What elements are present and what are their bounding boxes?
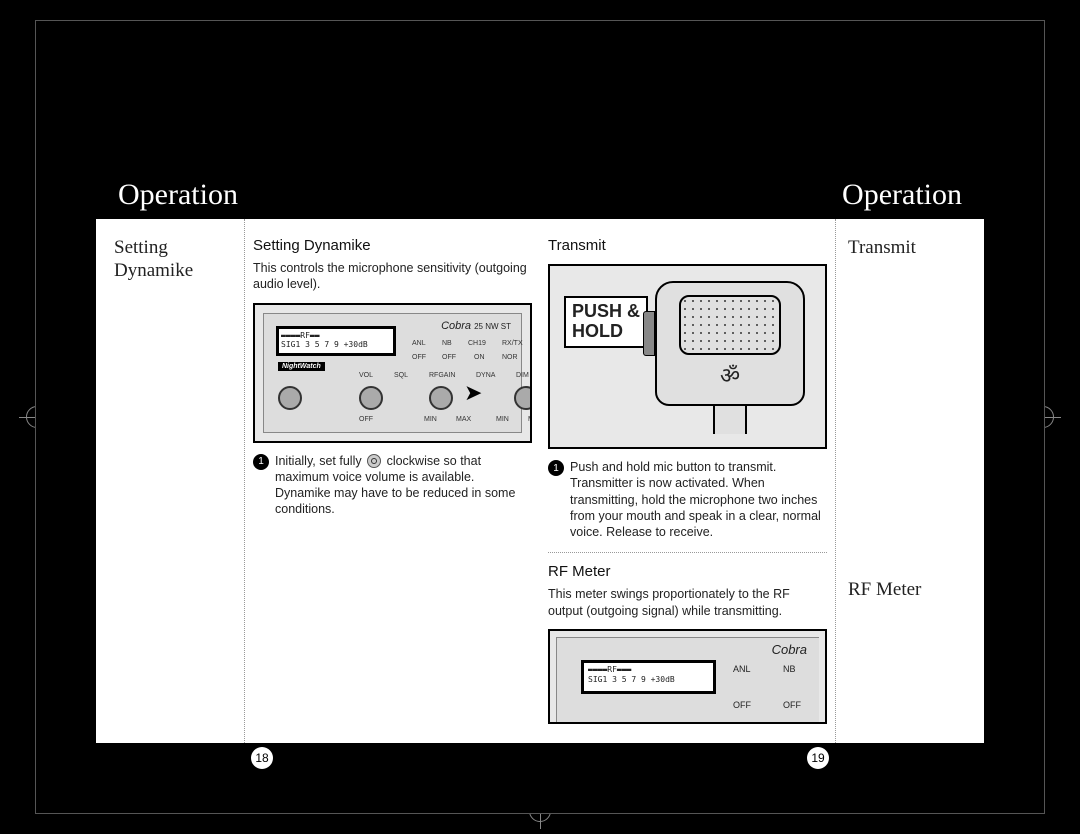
heading-transmit: Transmit: [548, 237, 827, 254]
dyna-arrow-icon: ➤: [464, 380, 482, 406]
figure-rf-meter: Cobra ▬▬▬▬RF▬▬▬ SIG1 3 5 7 9 +30dB ANL N…: [548, 629, 827, 724]
page-frame: Operation Operation SettingDynamike Sett…: [35, 20, 1045, 814]
chapter-title-band: Operation Operation: [96, 171, 984, 219]
cobra-logo-icon: ॐ: [720, 360, 740, 390]
margin-heading-transmit: Transmit: [848, 237, 966, 259]
figure-microphone: PUSH & HOLD ॐ: [548, 264, 827, 449]
footer-band: 18 19: [96, 743, 984, 773]
meter-display: ▬▬▬▬RF▬▬▬ SIG1 3 5 7 9 +30dB: [581, 660, 716, 694]
radio-jack-icon: [278, 386, 302, 410]
intro-setting-dynamike: This controls the microphone sensitivity…: [253, 260, 532, 293]
margin-heading-setting-dynamike: SettingDynamike: [114, 237, 232, 283]
heading-setting-dynamike: Setting Dynamike: [253, 237, 532, 254]
right-margin-column: Transmit RF Meter: [836, 219, 984, 743]
push-hold-label: PUSH & HOLD: [564, 296, 648, 348]
mic-grill-icon: [679, 295, 781, 355]
intro-rf-meter: This meter swings proportionately to the…: [548, 586, 827, 619]
mic-ptt-button-icon: [643, 311, 655, 356]
left-margin-column: SettingDynamike: [96, 219, 244, 743]
section-separator: [548, 552, 827, 553]
step-1-dynamike: 1 Initially, set fully clockwise so that…: [253, 453, 532, 518]
step-1-transmit: 1 Push and hold mic button to transmit. …: [548, 459, 827, 540]
heading-rf-meter: RF Meter: [548, 563, 827, 580]
page-number-right: 19: [807, 747, 829, 769]
margin-heading-rf-meter: RF Meter: [848, 579, 966, 601]
radio-lcd: ▬▬▬▬RF▬▬ SIG1 3 5 7 9 +30dB: [276, 326, 396, 356]
nightwatch-label: NightWatch: [278, 362, 325, 371]
left-content-column: Setting Dynamike This controls the micro…: [244, 219, 540, 743]
vol-knob-icon: [359, 386, 383, 410]
right-content-column: Transmit PUSH & HOLD ॐ 1 Push and hold m…: [540, 219, 836, 743]
content-area: SettingDynamike Setting Dynamike This co…: [96, 219, 984, 743]
meter-brand: Cobra: [772, 642, 807, 657]
dim-knob-icon: [514, 386, 532, 410]
figure-radio-panel: ▬▬▬▬RF▬▬ SIG1 3 5 7 9 +30dB Cobra 25 NW …: [253, 303, 532, 443]
mic-body-icon: ॐ: [655, 281, 805, 406]
knob-inline-icon: [367, 454, 381, 468]
page-number-left: 18: [251, 747, 273, 769]
chapter-title-right: Operation: [842, 178, 962, 212]
bullet-1-icon: 1: [253, 454, 269, 470]
radio-brand: Cobra 25 NW ST: [441, 320, 511, 332]
rfgain-knob-icon: [429, 386, 453, 410]
mic-neck-icon: [713, 406, 747, 434]
chapter-title-left: Operation: [118, 178, 238, 212]
bullet-1-icon: 1: [548, 460, 564, 476]
